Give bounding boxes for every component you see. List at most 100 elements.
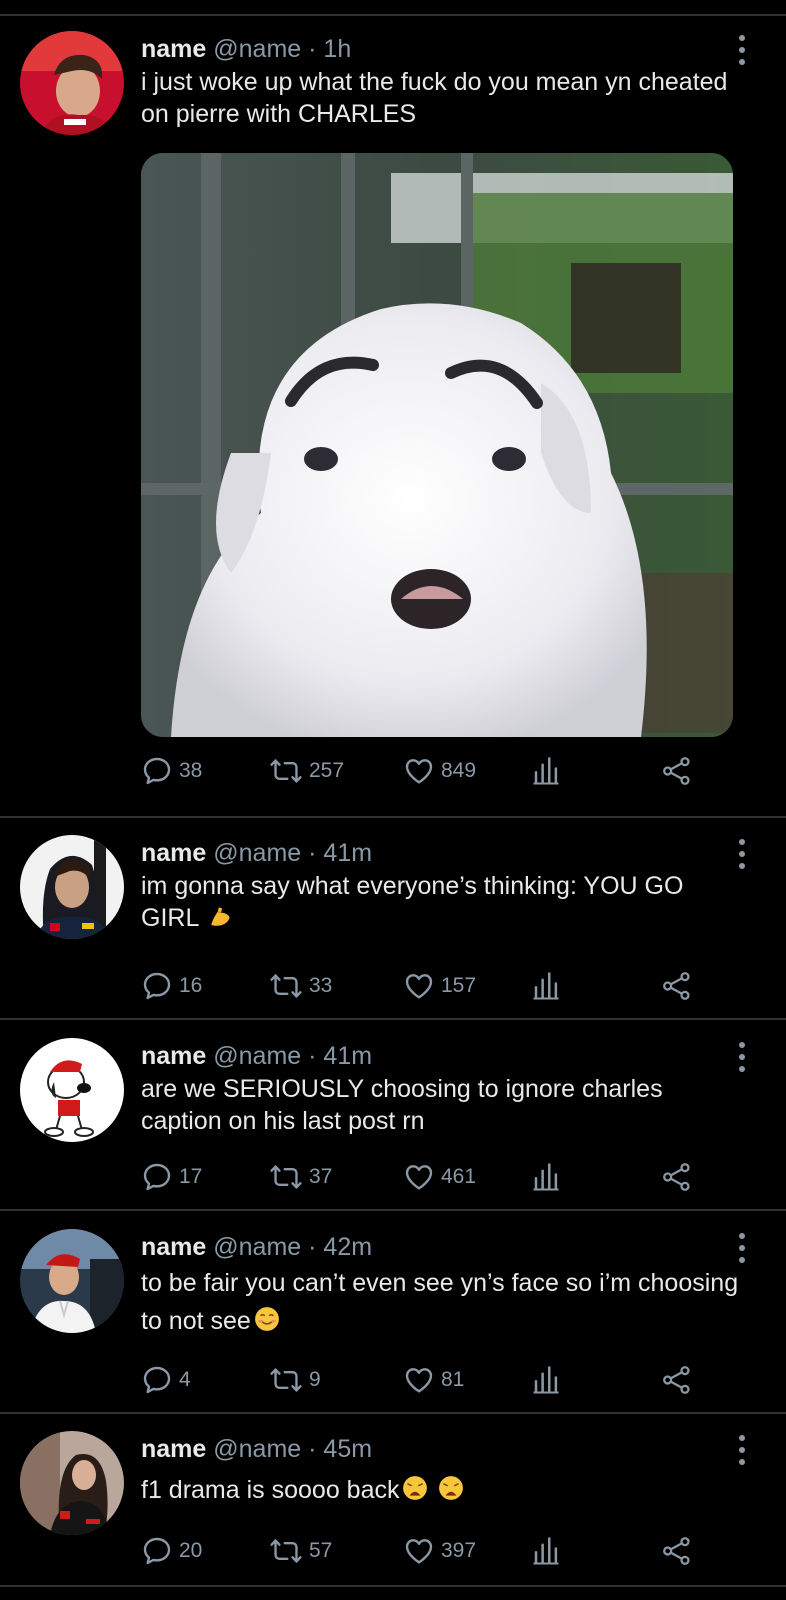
tweet-text: are we SERIOUSLY choosing to ignore char…: [141, 1075, 663, 1135]
share-button[interactable]: [661, 753, 693, 789]
more-vertical-icon[interactable]: [736, 1233, 748, 1263]
tweet-header: name @name · 41m: [141, 1041, 372, 1071]
weary-face-emoji: [438, 1475, 464, 1509]
retweet-icon: [270, 759, 302, 783]
heart-icon: [405, 1539, 433, 1564]
timestamp[interactable]: 42m: [323, 1233, 372, 1261]
more-vertical-icon[interactable]: [736, 839, 748, 869]
tweet-text: im gonna say what everyone’s thinking: Y…: [141, 870, 741, 937]
separator: ·: [308, 35, 317, 63]
flexed-biceps-emoji: [208, 903, 234, 937]
tweet-actions: 4 9 81: [141, 1362, 701, 1398]
views-icon: [533, 1163, 559, 1191]
retweet-count: 9: [309, 1368, 321, 1391]
reply-button[interactable]: 20: [141, 1533, 202, 1569]
share-icon: [663, 1163, 690, 1191]
retweet-count: 257: [309, 759, 345, 782]
avatar[interactable]: [20, 1229, 124, 1333]
timestamp[interactable]: 1h: [323, 35, 351, 63]
tweet-text-body: f1 drama is soooo back: [141, 1476, 400, 1504]
tweet-text: f1 drama is soooo back: [141, 1474, 741, 1509]
share-icon: [663, 757, 690, 785]
tweet-actions: 38 257 849: [141, 753, 701, 789]
timestamp[interactable]: 41m: [323, 839, 372, 867]
reply-count: 17: [179, 1165, 203, 1188]
views-button[interactable]: [531, 753, 561, 789]
like-button[interactable]: 849: [403, 753, 476, 789]
heart-icon: [405, 759, 433, 784]
reply-count: 20: [179, 1539, 203, 1562]
share-button[interactable]: [661, 968, 693, 1004]
tweet-divider: [0, 1412, 786, 1414]
reply-count: 16: [179, 974, 203, 997]
heart-icon: [405, 1368, 433, 1393]
like-count: 849: [441, 759, 477, 782]
like-button[interactable]: 81: [403, 1362, 464, 1398]
avatar[interactable]: [20, 31, 124, 135]
avatar[interactable]: [20, 1431, 124, 1535]
more-vertical-icon[interactable]: [736, 1042, 748, 1072]
reply-count: 4: [179, 1368, 191, 1391]
reply-button[interactable]: 38: [141, 753, 202, 789]
like-count: 461: [441, 1165, 477, 1188]
timestamp[interactable]: 45m: [323, 1435, 372, 1463]
reply-button[interactable]: 16: [141, 968, 202, 1004]
display-name[interactable]: name: [141, 839, 206, 867]
share-button[interactable]: [661, 1362, 693, 1398]
display-name[interactable]: name: [141, 1233, 206, 1261]
like-button[interactable]: 461: [403, 1159, 476, 1195]
separator: ·: [308, 1042, 317, 1070]
retweet-icon: [270, 1165, 302, 1189]
views-icon: [533, 972, 559, 1000]
tweet-image[interactable]: [141, 153, 733, 737]
retweet-count: 37: [309, 1165, 333, 1188]
avatar[interactable]: [20, 835, 124, 939]
views-icon: [533, 757, 559, 785]
views-button[interactable]: [531, 1533, 561, 1569]
handle[interactable]: @name: [213, 1233, 301, 1261]
more-vertical-icon[interactable]: [736, 35, 748, 65]
like-button[interactable]: 397: [403, 1533, 476, 1569]
display-name[interactable]: name: [141, 1435, 206, 1463]
views-button[interactable]: [531, 1159, 561, 1195]
timestamp[interactable]: 41m: [323, 1042, 372, 1070]
share-button[interactable]: [661, 1533, 693, 1569]
reply-icon: [143, 1537, 171, 1565]
avatar[interactable]: [20, 1038, 124, 1142]
tweet-divider: [0, 1209, 786, 1211]
reply-count: 38: [179, 759, 203, 782]
retweet-button[interactable]: 33: [269, 968, 332, 1004]
handle[interactable]: @name: [213, 1042, 301, 1070]
retweet-icon: [270, 974, 302, 998]
share-button[interactable]: [661, 1159, 693, 1195]
handle[interactable]: @name: [213, 1435, 301, 1463]
separator: ·: [308, 1233, 317, 1261]
display-name[interactable]: name: [141, 35, 206, 63]
views-button[interactable]: [531, 1362, 561, 1398]
tweet-actions: 20 57 397: [141, 1533, 701, 1569]
views-button[interactable]: [531, 968, 561, 1004]
like-button[interactable]: 157: [403, 968, 476, 1004]
views-icon: [533, 1537, 559, 1565]
tweet-header: name @name · 1h: [141, 34, 351, 64]
retweet-button[interactable]: 37: [269, 1159, 332, 1195]
retweet-count: 57: [309, 1539, 333, 1562]
separator: ·: [308, 839, 317, 867]
tweet-header: name @name · 45m: [141, 1434, 372, 1464]
retweet-button[interactable]: 9: [269, 1362, 321, 1398]
retweet-button[interactable]: 257: [269, 753, 344, 789]
reply-button[interactable]: 17: [141, 1159, 202, 1195]
tweet-header: name @name · 42m: [141, 1232, 372, 1262]
tweet[interactable]: name @name · 1h i just woke up what the …: [0, 0, 786, 818]
more-vertical-icon[interactable]: [736, 1435, 748, 1465]
tweet-actions: 17 37 461: [141, 1159, 701, 1195]
handle[interactable]: @name: [213, 35, 301, 63]
handle[interactable]: @name: [213, 839, 301, 867]
retweet-icon: [270, 1539, 302, 1563]
display-name[interactable]: name: [141, 1042, 206, 1070]
reply-button[interactable]: 4: [141, 1362, 191, 1398]
heart-icon: [405, 1165, 433, 1190]
share-icon: [663, 1537, 690, 1565]
tweet-actions: 16 33 157: [141, 968, 701, 1004]
retweet-button[interactable]: 57: [269, 1533, 332, 1569]
